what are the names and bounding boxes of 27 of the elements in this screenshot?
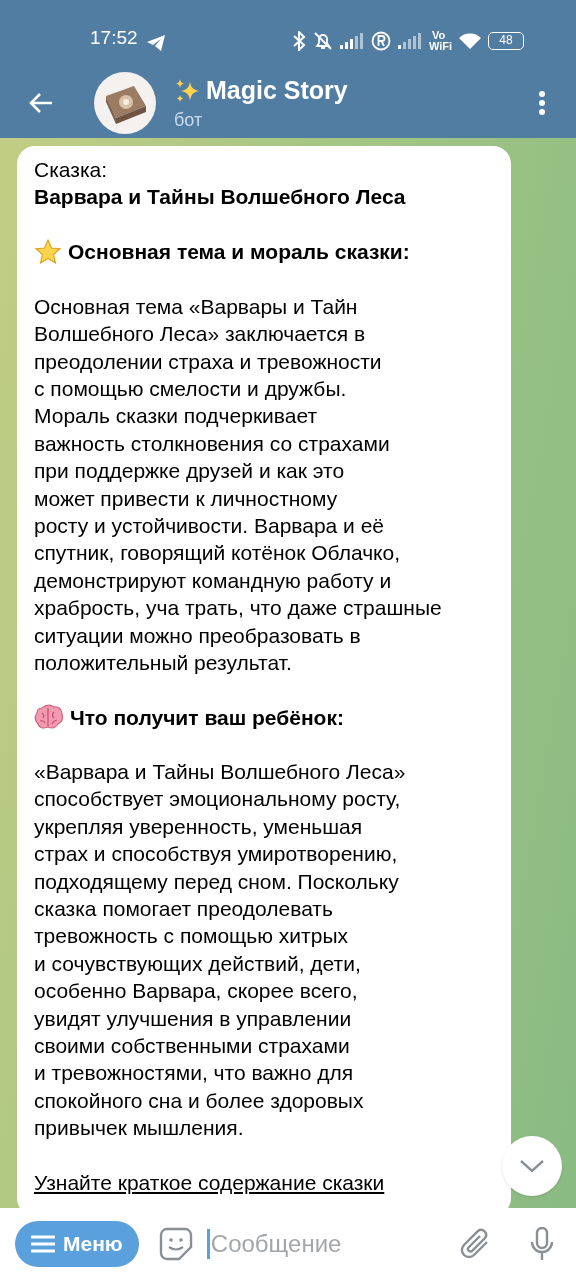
menu-icon [31, 1235, 55, 1253]
sticker-icon[interactable] [158, 1227, 193, 1261]
bell-off-icon [312, 31, 333, 51]
paper-plane-icon [145, 34, 166, 52]
summary-link[interactable]: Узнайте краткое содержание сказки [34, 1168, 505, 1196]
message-input[interactable]: Сообщение [206, 1229, 459, 1259]
more-options-icon[interactable] [538, 90, 546, 116]
scroll-down-button[interactable] [502, 1136, 562, 1196]
wifi-icon [458, 32, 482, 50]
chat-title: Magic Story [206, 74, 348, 106]
microphone-icon[interactable] [529, 1227, 555, 1261]
section-heading: Что получит ваш ребёнок: [70, 704, 344, 731]
message-paragraph: Сказка: Варвара и Тайны Волшебного Леса [34, 157, 407, 211]
chevron-down-icon [519, 1159, 545, 1173]
star-icon [34, 237, 62, 266]
message-paragraph: «Варвара и Тайны Волшебного Леса» способствует эмоциональному росту, укрепляя уверенность, уменьшая страх и способствуя умиротворению, подходящему перед сном. Поскольку сказка помогает преодолевать тревожность с помощью хитрых и сочувствующих действий, дети, особенно Варвара, скорее всего, увидят улучшения в управлении своими собственными страхами и тревожностями, что важно для спокойного сна и более здоровых привычек мышления. [34, 758, 407, 1142]
clock: 17:52 [90, 25, 138, 50]
back-arrow-icon[interactable] [28, 92, 54, 114]
battery-indicator: 48 [488, 32, 524, 50]
section-heading: Основная тема и мораль сказки: [68, 239, 410, 266]
brain-icon [34, 704, 64, 731]
chat-subtitle: бот [174, 109, 204, 133]
signal-icon [338, 33, 365, 49]
message-paragraph: Основная тема «Варвары и Тайн Волшебного Леса» заключается в преодолении страха и тревожности с помощью смелости и дружбы. Мораль сказки подчеркивает важность столкновения со страхами при поддержке друзей и как это может привести к личностному росту и устойчивости. Варвара и её спутник, говорящий котёнок Облачко, демонстрируют командную работу и храбрость, уча трать, что даже страшные ситуации можно преобразовать в положительный результат. [34, 293, 443, 677]
vowifi-label: Vo WiFi [428, 30, 452, 52]
registered-icon [370, 31, 391, 51]
signal-icon [396, 33, 423, 49]
